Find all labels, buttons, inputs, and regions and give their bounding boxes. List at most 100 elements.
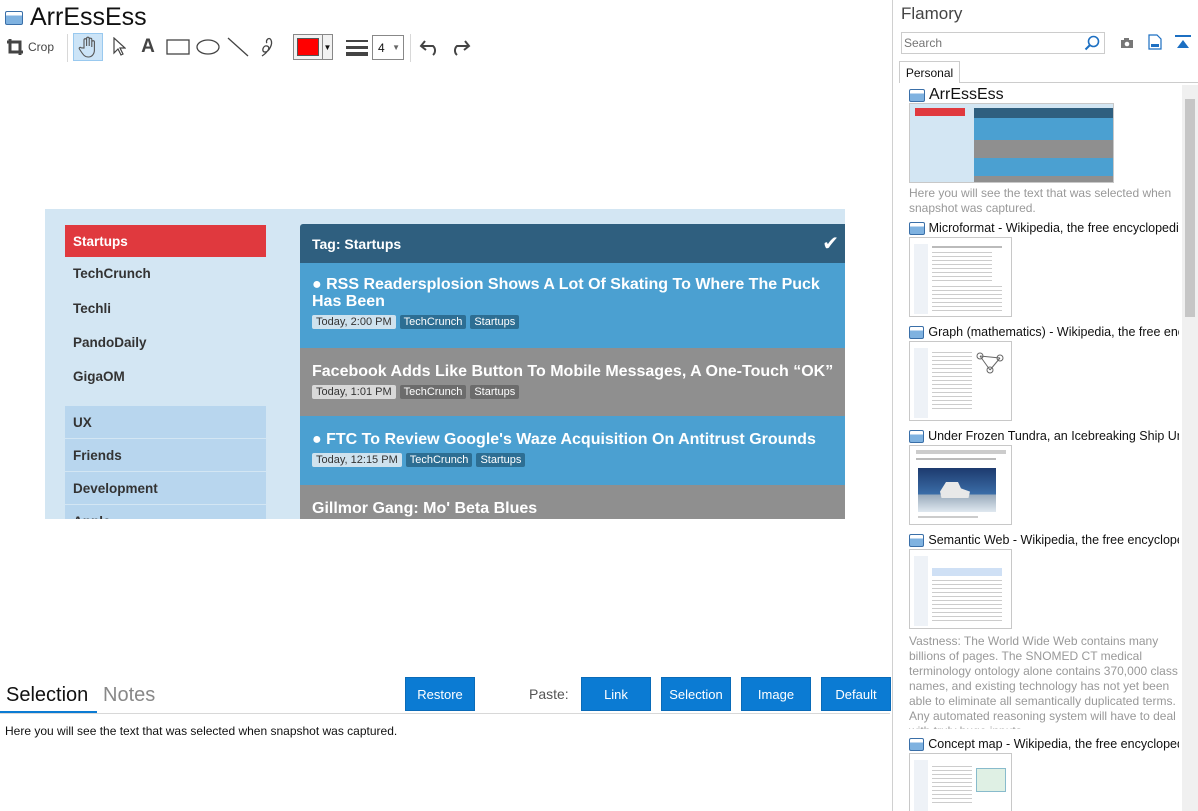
color-picker[interactable]: ▼	[293, 34, 333, 60]
text-tool[interactable]: A	[134, 33, 162, 61]
tab-notes[interactable]: Notes	[103, 684, 155, 707]
paste-link-button[interactable]: Link	[581, 677, 651, 711]
capture-feed-item: ● RSS Readersplosion Shows A Lot Of Skat…	[300, 263, 845, 348]
line-tool[interactable]	[224, 33, 252, 61]
rectangle-tool[interactable]	[164, 33, 192, 61]
capture-sidebar-item: GigaOM	[73, 368, 125, 384]
flamory-sidebar: Flamory Personal ArrEssEss Here you will…	[894, 0, 1198, 811]
capture-sidebar-item: Techli	[73, 300, 112, 316]
capture-item-date: Today, 1:01 PM	[312, 385, 396, 399]
entry-thumbnail	[909, 237, 1012, 317]
snapshot-entry[interactable]: Under Frozen Tundra, an Icebreaking Ship…	[909, 429, 1179, 525]
collapse-icon[interactable]	[1175, 34, 1191, 55]
capture-header-text: Tag: Startups	[312, 235, 402, 252]
capture-sidebar-item: TechCrunch	[73, 265, 151, 281]
capture-item-tag: TechCrunch	[399, 315, 467, 329]
document-icon[interactable]	[1148, 34, 1162, 55]
crop-button[interactable]: Crop	[6, 33, 60, 61]
crop-label: Crop	[28, 40, 55, 54]
scrollbar[interactable]	[1182, 85, 1198, 811]
entry-snippet: Vastness: The World Wide Web contains ma…	[909, 634, 1178, 729]
scrollbar-thumb[interactable]	[1185, 99, 1195, 317]
capture-item-tag: TechCrunch	[405, 453, 473, 467]
camera-icon[interactable]	[1120, 36, 1134, 54]
entry-title: ArrEssEss	[929, 86, 1004, 103]
line-icon	[227, 37, 249, 57]
check-icon: ✔	[822, 233, 839, 255]
search-icon[interactable]	[1084, 35, 1100, 56]
search-input[interactable]	[902, 33, 1082, 53]
page-icon	[909, 737, 925, 751]
capture-item-title: ● RSS Readersplosion Shows A Lot Of Skat…	[312, 276, 820, 310]
line-width-select[interactable]: 4 ▼	[372, 35, 404, 60]
freehand-icon	[259, 36, 277, 58]
ellipse-icon	[196, 39, 220, 55]
search-box[interactable]	[901, 32, 1105, 54]
tab-selection[interactable]: Selection	[6, 684, 88, 707]
crop-icon	[6, 38, 24, 56]
entry-title: Microformat - Wikipedia, the free encycl…	[928, 221, 1179, 235]
capture-item-title: Facebook Adds Like Button To Mobile Mess…	[312, 363, 834, 380]
entry-thumbnail	[909, 103, 1114, 183]
cursor-icon	[112, 37, 126, 57]
paste-image-button[interactable]: Image	[741, 677, 811, 711]
capture-item-tag: Startups	[470, 385, 520, 399]
entry-thumbnail	[909, 445, 1012, 525]
restore-button[interactable]: Restore	[405, 677, 475, 711]
capture-feed-item: Gillmor Gang: Mo' Beta Blues	[300, 485, 845, 519]
pan-tool[interactable]	[73, 33, 103, 61]
select-tool[interactable]	[105, 33, 133, 61]
tab-personal[interactable]: Personal	[899, 61, 960, 83]
capture-sidebar-item: PandoDaily	[73, 334, 147, 350]
snapshot-entry[interactable]: Microformat - Wikipedia, the free encycl…	[909, 221, 1179, 317]
snapshot-entry[interactable]: Concept map - Wikipedia, the free encycl…	[909, 737, 1179, 811]
document-icon	[5, 11, 23, 25]
capture-item-tag: Startups	[476, 453, 526, 467]
capture-sidebar-group: Friends	[65, 439, 266, 471]
snapshot-entry[interactable]: Graph (mathematics) - Wikipedia, the fre…	[909, 325, 1179, 421]
entry-snippet: Here you will see the text that was sele…	[909, 186, 1172, 215]
entry-title: Semantic Web - Wikipedia, the free encyc…	[928, 533, 1179, 547]
page-icon	[909, 429, 925, 443]
entry-thumbnail	[909, 753, 1012, 811]
entry-thumbnail	[909, 549, 1012, 629]
color-swatch	[297, 38, 319, 56]
chevron-down-icon: ▼	[392, 43, 400, 52]
snapshot-pane: ArrEssEss Crop A ▼ 4 ▼ Startups TechCrun…	[0, 0, 893, 811]
snapshot-entry[interactable]: ArrEssEss Here you will see the text tha…	[909, 86, 1179, 216]
freehand-tool[interactable]	[254, 33, 282, 61]
line-width-value: 4	[378, 40, 385, 55]
tab-divider	[960, 82, 1198, 83]
page-icon	[909, 533, 925, 547]
entry-title: Under Frozen Tundra, an Icebreaking Ship…	[928, 429, 1179, 443]
capture-item-date: Today, 12:15 PM	[312, 453, 402, 467]
paste-label: Paste:	[529, 686, 569, 702]
undo-icon	[419, 38, 441, 56]
capture-item-title: Gillmor Gang: Mo' Beta Blues	[312, 500, 538, 517]
chevron-down-icon: ▼	[322, 35, 332, 59]
text-icon: A	[141, 36, 155, 57]
entry-title: Concept map - Wikipedia, the free encycl…	[928, 737, 1179, 751]
hand-icon	[78, 36, 98, 58]
selection-text[interactable]: Here you will see the text that was sele…	[5, 724, 397, 738]
entry-title: Graph (mathematics) - Wikipedia, the fre…	[928, 325, 1179, 339]
capture-sidebar-group: UX	[65, 406, 266, 438]
capture-sidebar-group: Apple	[65, 505, 266, 519]
captured-snapshot[interactable]: Startups TechCrunch Techli PandoDaily Gi…	[45, 209, 845, 519]
undo-button[interactable]	[416, 33, 444, 61]
entry-thumbnail	[909, 341, 1012, 421]
redo-icon	[449, 38, 471, 56]
document-title: ArrEssEss	[30, 3, 147, 31]
capture-feed-item: ● FTC To Review Google's Waze Acquisitio…	[300, 416, 845, 485]
snapshot-entry[interactable]: Semantic Web - Wikipedia, the free encyc…	[909, 533, 1179, 729]
capture-item-date: Today, 2:00 PM	[312, 315, 396, 329]
app-name: Flamory	[901, 4, 963, 23]
line-width-icon	[343, 33, 371, 61]
rectangle-icon	[166, 39, 190, 55]
redo-button[interactable]	[446, 33, 474, 61]
capture-sidebar-group: Development	[65, 472, 266, 504]
page-icon	[909, 325, 925, 339]
paste-selection-button[interactable]: Selection	[661, 677, 731, 711]
paste-default-button[interactable]: Default	[821, 677, 891, 711]
ellipse-tool[interactable]	[194, 33, 222, 61]
